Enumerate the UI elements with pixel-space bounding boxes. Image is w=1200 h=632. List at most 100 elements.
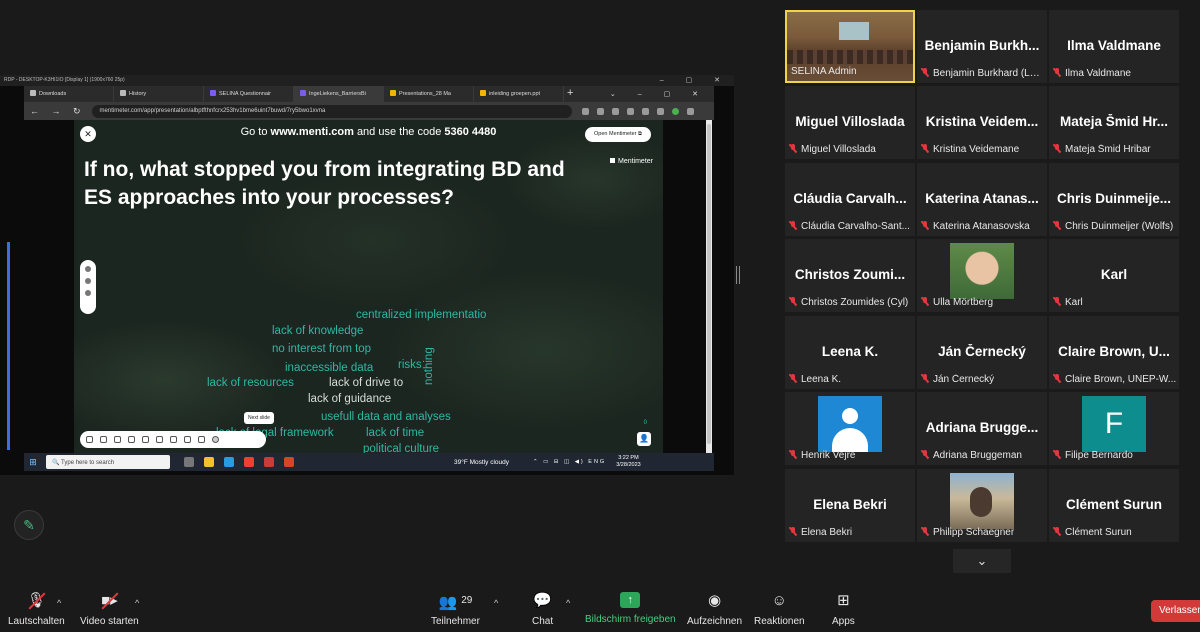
zoom-icon[interactable] — [85, 266, 91, 272]
reactions-button[interactable]: ☺ Reaktionen — [754, 592, 805, 627]
browser-window-controls[interactable]: ⌄ – ▢ ✕ — [604, 86, 714, 102]
prev-slide-icon[interactable] — [198, 436, 205, 443]
powerpoint-icon[interactable] — [284, 457, 294, 467]
participant-tile[interactable]: Philipp Schaegner — [917, 469, 1047, 542]
next-slide-icon[interactable] — [212, 436, 219, 443]
system-tray[interactable]: ⌃ ▭ ⊟ ◫ ◀) ENG — [533, 459, 606, 465]
chat-icon[interactable] — [142, 436, 149, 443]
participant-tile[interactable]: Miguel Villoslada Miguel Villoslada — [785, 86, 915, 159]
participant-tile[interactable]: Elena Bekri Elena Bekri — [785, 469, 915, 542]
word-cloud-item: nothing — [423, 347, 435, 385]
share-screen-button[interactable]: ↑ Bildschirm freigeben — [585, 592, 676, 625]
windows-start-icon[interactable]: ⊞ — [24, 457, 42, 468]
taskbar-weather[interactable]: 39°F Mostly cloudy — [454, 459, 509, 466]
participants-button[interactable]: 👥 29 Teilnehmer — [431, 592, 480, 627]
chat-button[interactable]: 💬 Chat — [532, 592, 553, 627]
menu-icon[interactable] — [686, 107, 694, 115]
camera-off-icon: ■▸ — [101, 592, 118, 609]
leave-button[interactable]: Verlassen — [1151, 600, 1200, 622]
tab-inleiding[interactable]: inleiding groepen.ppt — [474, 86, 564, 102]
download-icon[interactable] — [641, 107, 649, 115]
chat-options-chevron-icon[interactable]: ^ — [566, 598, 570, 608]
browser-scrollbar[interactable] — [706, 120, 712, 453]
key-icon[interactable] — [581, 107, 589, 115]
apps-button[interactable]: ⊞ Apps — [832, 592, 855, 627]
participant-display-name: Mateja Šmid Hr... — [1059, 114, 1169, 129]
tab-history[interactable]: History — [114, 86, 204, 102]
participant-tile[interactable]: Mateja Šmid Hr... Mateja Šmid Hribar — [1049, 86, 1179, 159]
share-screen-icon: ↑ — [620, 592, 641, 608]
participant-tile[interactable]: Henrik Vejre — [785, 392, 915, 465]
participants-options-chevron-icon[interactable]: ^ — [494, 598, 498, 608]
participant-tile[interactable]: Cláudia Carvalh... Cláudia Carvalho-Sant… — [785, 163, 915, 236]
url-field[interactable]: mentimeter.com/app/presentation/albptfth… — [91, 104, 572, 118]
explorer-icon[interactable] — [204, 457, 214, 467]
audio-options-chevron-icon[interactable]: ^ — [57, 598, 61, 608]
avatar-initial: F — [1082, 396, 1146, 452]
hand-icon[interactable] — [85, 290, 91, 296]
participant-tile[interactable]: F Filipe Bernardo — [1049, 392, 1179, 465]
participant-tile[interactable]: Ulla Mörtberg — [917, 239, 1047, 312]
task-view-icon[interactable] — [184, 457, 194, 467]
comment-icon[interactable] — [156, 436, 163, 443]
annotate-pen-icon[interactable]: ✎ — [14, 510, 44, 540]
edge-icon[interactable] — [224, 457, 234, 467]
reset-icon[interactable] — [184, 436, 191, 443]
mic-muted-icon — [1053, 221, 1061, 230]
address-bar-row: ← → ↻ mentimeter.com/app/presentation/al… — [24, 102, 714, 120]
taskbar-clock[interactable]: 3:22 PM 3/28/2023 — [616, 455, 640, 469]
participant-tile[interactable]: Katerina Atanas... Katerina Atanasovska — [917, 163, 1047, 236]
settings-icon[interactable] — [100, 436, 107, 443]
panel-resize-handle[interactable] — [736, 266, 740, 284]
participant-tile[interactable]: Ilma Valdmane Ilma Valdmane — [1049, 10, 1179, 83]
open-mentimeter-button[interactable]: Open Mentimeter ⧉ — [585, 127, 651, 142]
participant-name-label: Adriana Bruggeman — [921, 450, 1022, 461]
participant-tile[interactable]: Claire Brown, U... Claire Brown, UNEP-W.… — [1049, 316, 1179, 389]
participant-tile[interactable]: Benjamin Burkh... Benjamin Burkhard (LU.… — [917, 10, 1047, 83]
nav-buttons[interactable]: ← → ↻ — [24, 106, 92, 117]
participant-count: 29 — [461, 595, 473, 606]
window-controls[interactable]: – ▢ ✕ — [660, 76, 730, 84]
share-icon[interactable] — [596, 107, 604, 115]
participant-tile[interactable]: Ján Černecký Ján Černecký — [917, 316, 1047, 389]
profile-icon[interactable] — [671, 107, 679, 115]
participant-tile[interactable]: Chris Duinmeije... Chris Duinmeijer (Wol… — [1049, 163, 1179, 236]
timer-icon[interactable] — [128, 436, 135, 443]
mic-muted-icon — [921, 527, 929, 536]
participant-tile[interactable]: Clément Surun Clément Surun — [1049, 469, 1179, 542]
mic-muted-icon — [921, 374, 929, 383]
participant-tile[interactable]: Christos Zoumi... Christos Zoumides (Cyl… — [785, 239, 915, 312]
mic-muted-icon — [921, 450, 929, 459]
tab-presentations[interactable]: Presentations_28 Ma — [384, 86, 474, 102]
record-button[interactable]: ◉ Aufzeichnen — [687, 592, 742, 627]
star-icon[interactable] — [611, 107, 619, 115]
qr-icon[interactable] — [114, 436, 121, 443]
tab-downloads[interactable]: Downloads — [24, 86, 114, 102]
participant-tile[interactable]: Leena K. Leena K. — [785, 316, 915, 389]
tab-selina-questionnaire[interactable]: SELINA Questionnair — [204, 86, 294, 102]
taskbar-search-input[interactable]: 🔍 Type here to search — [46, 455, 170, 469]
participant-video — [950, 243, 1014, 299]
shared-screen[interactable]: RDP - DESKTOP-K3HI1IO [Display 1] (1900x… — [0, 75, 734, 475]
participant-tile[interactable]: Adriana Brugge... Adriana Bruggeman — [917, 392, 1047, 465]
word-icon[interactable] — [264, 457, 274, 467]
extension-icon[interactable] — [626, 107, 634, 115]
new-tab-button[interactable]: + — [564, 86, 578, 102]
scrollbar-thumb[interactable] — [707, 124, 711, 444]
tab-barriers[interactable]: IngeLiekens_BarriersBi — [294, 86, 384, 102]
fullscreen-icon[interactable] — [86, 436, 93, 443]
word-cloud-item: political culture — [363, 443, 440, 453]
participant-tile[interactable]: SELINA Admin — [785, 10, 915, 83]
mic-muted-icon — [789, 297, 797, 306]
hide-results-icon[interactable] — [170, 436, 177, 443]
start-video-button[interactable]: ■▸ Video starten — [80, 592, 139, 627]
participant-tile[interactable]: Kristina Veidem... Kristina Veidemane — [917, 86, 1047, 159]
video-options-chevron-icon[interactable]: ^ — [135, 598, 139, 608]
gallery-next-page-chevron-icon[interactable]: ⌄ — [953, 549, 1011, 573]
chrome-icon[interactable] — [244, 457, 254, 467]
participant-name-label: Claire Brown, UNEP-W... — [1053, 374, 1176, 385]
eye-icon[interactable] — [85, 278, 91, 284]
participant-tile[interactable]: Karl Karl — [1049, 239, 1179, 312]
sidebar-icon[interactable] — [656, 107, 664, 115]
participant-display-name: Ilma Valdmane — [1067, 38, 1161, 53]
